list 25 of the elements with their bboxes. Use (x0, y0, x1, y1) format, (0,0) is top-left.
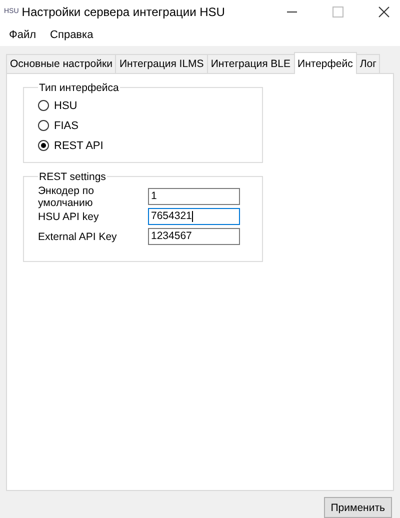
tab[interactable]: Интерфейс (294, 52, 357, 74)
field-label: External API Key (38, 230, 118, 243)
radio-option[interactable]: REST API (38, 136, 248, 156)
field-label: Энкодер по умолчанию (38, 184, 95, 209)
tab[interactable]: Основные настройки (6, 54, 116, 73)
window-title: Настройки сервера интеграции HSU (22, 4, 226, 19)
input-field[interactable]: 7654321 (148, 208, 240, 226)
radio-label: HSU (54, 100, 78, 112)
radio-option[interactable]: HSU (38, 96, 248, 116)
field-label: HSU API key (38, 210, 100, 223)
input-field[interactable]: 1 (148, 188, 240, 206)
radio-button[interactable] (38, 120, 49, 132)
menu-item[interactable]: Справка (45, 26, 98, 43)
input-field[interactable]: 1234567 (148, 228, 240, 246)
apply-button[interactable]: Применить (324, 497, 392, 518)
group-title: REST settings (38, 170, 107, 183)
radio-button[interactable] (38, 140, 49, 152)
radio-label: FIAS (54, 120, 78, 132)
radio-button[interactable] (38, 100, 49, 112)
group-title: Тип интерфейса (38, 82, 120, 94)
radio-option[interactable]: FIAS (38, 116, 248, 136)
radio-label: REST API (54, 140, 104, 152)
close-icon[interactable] (378, 6, 390, 18)
tab[interactable]: Лог (356, 54, 380, 73)
menu-item[interactable]: Файл (4, 26, 42, 43)
